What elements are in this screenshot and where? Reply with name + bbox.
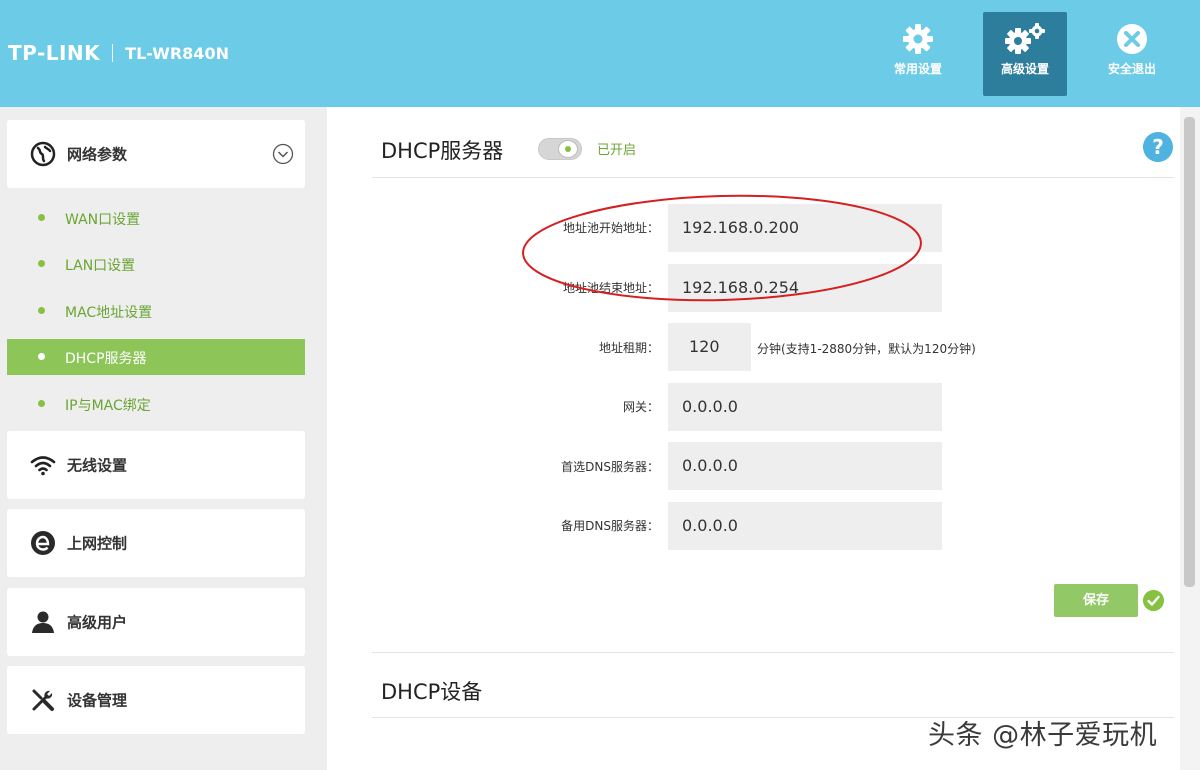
status-label: 已开启	[597, 143, 637, 158]
sidebar-item-wan[interactable]: WAN口设置	[7, 200, 305, 236]
sidebar-item-label: DHCP服务器	[65, 351, 147, 367]
e-icon	[31, 531, 55, 555]
bullet-icon	[38, 353, 45, 360]
internet-control-label: 上网控制	[67, 534, 128, 553]
logo-divider	[112, 44, 114, 62]
check-icon	[1143, 590, 1164, 611]
wireless-label: 无线设置	[67, 456, 128, 475]
common-settings-label: 常用设置	[893, 62, 942, 76]
tools-icon	[32, 689, 54, 711]
toggle-knob[interactable]	[558, 140, 578, 158]
secondary-dns-label: 备用DNS服务器：	[561, 519, 659, 533]
annotation-ellipse	[522, 194, 922, 302]
sidebar-item-lan[interactable]: LAN口设置	[7, 246, 305, 282]
advanced-settings-label: 高级设置	[1000, 62, 1049, 76]
logo: TP-LINK TL-WR840N	[8, 40, 229, 66]
sidebar-item-dhcp[interactable]: DHCP服务器	[7, 339, 305, 375]
network-params-label: 网络参数	[67, 145, 128, 164]
lease-hint: 分钟(支持1-2880分钟，默认为120分钟)	[757, 342, 976, 356]
primary-dns-label: 首选DNS服务器：	[561, 460, 659, 474]
help-icon[interactable]: ?	[1143, 132, 1173, 162]
gears-icon	[1005, 23, 1045, 54]
model-name: TL-WR840N	[125, 43, 229, 63]
advanced-settings-button[interactable]: 高级设置	[983, 12, 1067, 96]
gateway-label: 网关：	[622, 400, 659, 414]
sidebar-advanced-user[interactable]: 高级用户	[7, 588, 305, 656]
sidebar-wireless[interactable]: 无线设置	[7, 431, 305, 499]
lease-input[interactable]: 120	[668, 323, 751, 371]
scrollbar[interactable]	[1180, 107, 1200, 770]
gateway-input[interactable]: 0.0.0.0	[668, 383, 942, 431]
lease-label: 地址租期：	[598, 341, 659, 355]
section-divider	[372, 177, 1174, 178]
scrollbar-thumb[interactable]	[1184, 117, 1195, 587]
sidebar-item-label: IP与MAC绑定	[65, 398, 151, 414]
section-title-dhcp-devices: DHCP设备	[381, 680, 483, 704]
chevron-down-icon[interactable]	[272, 143, 294, 165]
advanced-user-label: 高级用户	[67, 613, 128, 632]
sidebar-item-ip-mac-binding[interactable]: IP与MAC绑定	[7, 386, 305, 422]
sidebar-item-label: MAC地址设置	[65, 305, 153, 321]
secondary-dns-input[interactable]: 0.0.0.0	[668, 502, 942, 550]
dhcp-toggle-switch[interactable]	[538, 138, 582, 160]
top-header: TP-LINK TL-WR840N 常用设置 高级设置 安全退出	[0, 0, 1200, 107]
bullet-icon	[38, 214, 45, 221]
sidebar-item-mac[interactable]: MAC地址设置	[7, 293, 305, 329]
sidebar-network-params[interactable]: 网络参数	[7, 120, 305, 188]
bullet-icon	[38, 260, 45, 267]
user-icon	[32, 611, 54, 633]
device-management-label: 设备管理	[67, 691, 128, 710]
sidebar-internet-control[interactable]: 上网控制	[7, 509, 305, 577]
watermark: 头条 @林子爱玩机	[928, 720, 1158, 751]
safe-exit-button[interactable]: 安全退出	[1090, 12, 1174, 96]
section-divider	[372, 652, 1174, 653]
bullet-icon	[38, 307, 45, 314]
safe-exit-label: 安全退出	[1107, 62, 1156, 76]
primary-dns-input[interactable]: 0.0.0.0	[668, 442, 942, 490]
gear-icon	[903, 24, 933, 54]
brand-name: TP-LINK	[8, 41, 101, 65]
common-settings-button[interactable]: 常用设置	[876, 12, 960, 96]
globe-icon	[30, 141, 56, 167]
save-button[interactable]: 保存	[1054, 584, 1138, 617]
bullet-icon	[38, 400, 45, 407]
sidebar-item-label: LAN口设置	[65, 258, 136, 274]
sidebar-item-label: WAN口设置	[65, 212, 141, 228]
sidebar-device-management[interactable]: 设备管理	[7, 666, 305, 734]
section-title-dhcp-server: DHCP服务器	[381, 139, 504, 163]
wifi-icon	[30, 456, 56, 476]
exit-icon	[1117, 24, 1147, 54]
